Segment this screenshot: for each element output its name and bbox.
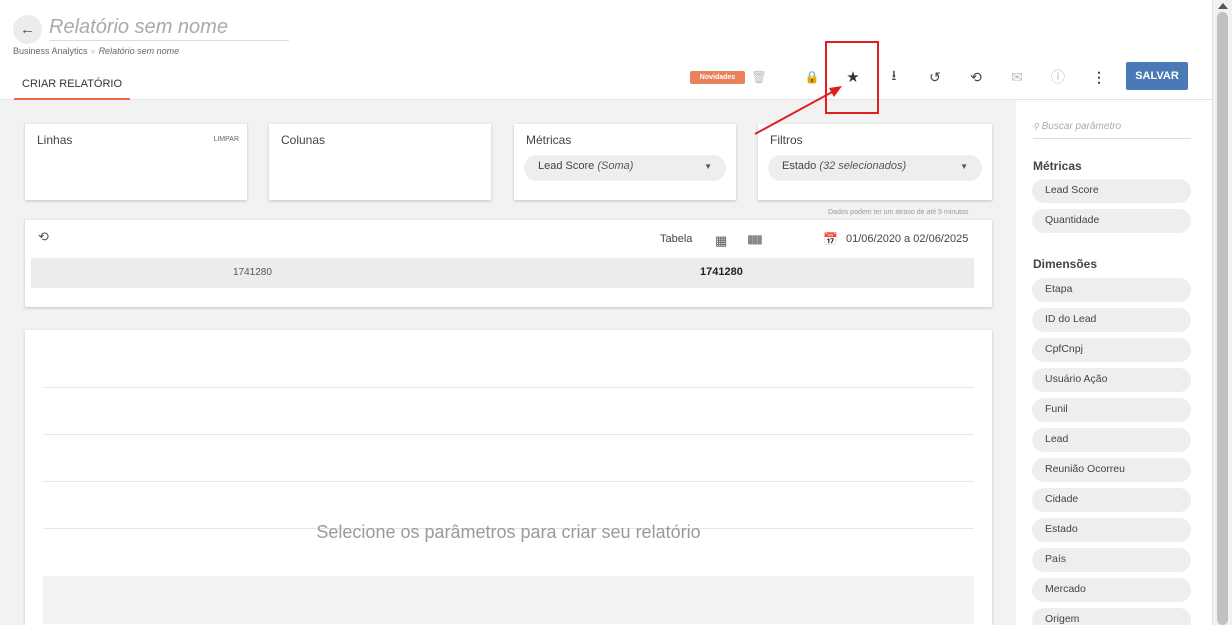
divider: [43, 387, 974, 388]
breadcrumb: Business Analytics» Relatório sem nome: [13, 46, 179, 56]
header: ← Relatório sem nome Business Analytics»…: [0, 0, 1212, 100]
breadcrumb-separator: »: [90, 46, 96, 56]
sync-icon[interactable]: ⟲: [965, 66, 987, 88]
search-placeholder: Buscar parâmetro: [1041, 121, 1122, 132]
metricas-chip-aggregation: (Soma): [597, 160, 634, 172]
lock-icon[interactable]: 🔒: [801, 66, 823, 88]
linhas-panel[interactable]: Linhas LIMPAR: [25, 124, 247, 200]
colunas-title: Colunas: [281, 133, 326, 147]
linhas-title: Linhas: [37, 133, 73, 147]
parameter-chip[interactable]: Mercado: [1032, 578, 1191, 602]
table-cell-total: 1741280: [700, 266, 743, 278]
table-card: ⟲ Tabela ▦ ▮▮▮ 📅 01/06/2020 a 02/06/2025…: [25, 220, 992, 307]
divider: [43, 481, 974, 482]
filtros-chip-count: (32 selecionados): [819, 160, 907, 172]
parameter-sidebar: ⚲ Buscar parâmetro Métricas Dimensões Le…: [1016, 100, 1212, 625]
columns-icon[interactable]: ▮▮▮: [747, 232, 763, 246]
download-icon[interactable]: ⭳: [883, 66, 905, 88]
parameter-chip[interactable]: Etapa: [1032, 278, 1191, 302]
back-button[interactable]: ←: [13, 15, 42, 44]
parameter-chip[interactable]: Lead Score: [1032, 179, 1191, 203]
metricas-title: Métricas: [526, 133, 572, 147]
parameter-chip[interactable]: Reunião Ocorreu: [1032, 458, 1191, 482]
parameter-chip[interactable]: Cidade: [1032, 488, 1191, 512]
metricas-chip[interactable]: Lead Score (Soma) ▼: [524, 155, 726, 181]
page-scrollbar[interactable]: [1212, 0, 1232, 625]
parameter-chip[interactable]: ID do Lead: [1032, 308, 1191, 332]
parameter-chip[interactable]: CpfCnpj: [1032, 338, 1191, 362]
filtros-chip-label: Estado: [782, 160, 817, 172]
report-canvas: Selecione os parâmetros para criar seu r…: [25, 330, 992, 625]
table-grid-icon[interactable]: ▦: [715, 233, 727, 249]
info-icon[interactable]: ⓘ: [1047, 66, 1069, 88]
report-title-input[interactable]: Relatório sem nome: [49, 16, 289, 41]
placeholder-row: [43, 576, 974, 624]
novidades-badge[interactable]: Novidades: [690, 71, 745, 84]
calendar-icon[interactable]: 📅: [823, 232, 838, 246]
delay-note: Dados podem ter um atraso de até 5 minut…: [828, 209, 969, 216]
parameter-chip[interactable]: País: [1032, 548, 1191, 572]
mail-icon[interactable]: ✉: [1006, 66, 1028, 88]
history-icon[interactable]: ↺: [924, 66, 946, 88]
scroll-up-arrow-icon[interactable]: [1218, 3, 1228, 9]
search-icon: ⚲: [1033, 122, 1039, 131]
table-row: 1741280 1741280: [31, 258, 974, 288]
more-options-icon[interactable]: ⋮: [1088, 66, 1110, 88]
filtros-title: Filtros: [770, 133, 803, 147]
empty-state-message: Selecione os parâmetros para criar seu r…: [316, 522, 701, 542]
metricas-section-title: Métricas: [1033, 159, 1082, 173]
filtros-panel[interactable]: Filtros Estado (32 selecionados) ▼: [758, 124, 992, 200]
metricas-chip-label: Lead Score: [538, 160, 595, 172]
filtros-chip[interactable]: Estado (32 selecionados) ▼: [768, 155, 982, 181]
parameter-chip[interactable]: Origem: [1032, 608, 1191, 625]
tab-criar-relatorio[interactable]: CRIAR RELATÓRIO: [14, 70, 131, 100]
arrow-left-icon: ←: [20, 21, 35, 38]
trash-icon[interactable]: 🗑: [748, 66, 770, 88]
breadcrumb-root[interactable]: Business Analytics: [13, 46, 88, 56]
breadcrumb-current: Relatório sem nome: [98, 46, 180, 56]
refresh-icon[interactable]: ⟲: [38, 229, 49, 245]
view-label: Tabela: [660, 233, 693, 245]
parameter-chip[interactable]: Funil: [1032, 398, 1191, 422]
date-range[interactable]: 01/06/2020 a 02/06/2025: [846, 233, 968, 245]
caret-down-icon[interactable]: ▼: [704, 162, 712, 171]
parameter-chip[interactable]: Lead: [1032, 428, 1191, 452]
parameter-chip[interactable]: Usuário Ação: [1032, 368, 1191, 392]
parameter-search-input[interactable]: ⚲ Buscar parâmetro: [1033, 117, 1191, 139]
limpar-button[interactable]: LIMPAR: [213, 136, 239, 143]
scroll-thumb[interactable]: [1217, 12, 1228, 625]
table-cell: 1741280: [233, 267, 272, 278]
colunas-panel[interactable]: Colunas: [269, 124, 491, 200]
divider: [43, 434, 974, 435]
dimensoes-section-title: Dimensões: [1033, 257, 1098, 271]
parameter-chip[interactable]: Quantidade: [1032, 209, 1191, 233]
annotation-highlight-box: [825, 41, 879, 114]
parameter-chip[interactable]: Estado: [1032, 518, 1191, 542]
save-button[interactable]: SALVAR: [1126, 62, 1188, 90]
metricas-panel[interactable]: Métricas Lead Score (Soma) ▼: [514, 124, 736, 200]
caret-down-icon[interactable]: ▼: [960, 162, 968, 171]
